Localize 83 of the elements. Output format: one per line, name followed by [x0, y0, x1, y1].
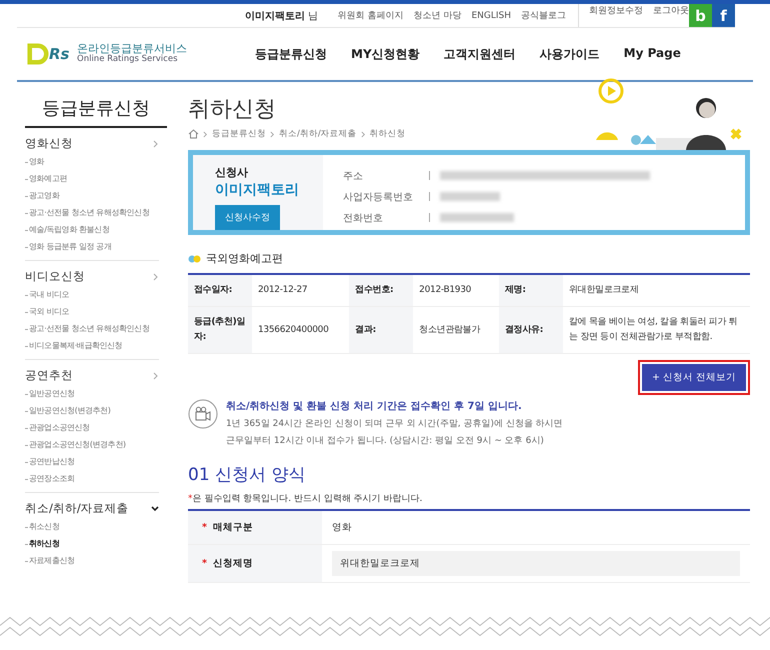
table-cell: 위대한밀로크로제 — [563, 275, 750, 306]
edit-applicant-button[interactable]: 신청사수정 — [215, 205, 280, 230]
top-link[interactable]: ENGLISH — [471, 10, 511, 20]
redacted-value — [440, 192, 500, 201]
sidebar-item[interactable]: 예술/독립영화 환불신청 — [25, 224, 159, 236]
sidebar-group[interactable]: 비디오신청 — [25, 269, 85, 284]
home-icon[interactable] — [188, 129, 199, 139]
sidebar-item[interactable]: 영화 등급분류 일정 공개 — [25, 241, 159, 253]
account-link[interactable]: 로그아웃 — [653, 4, 689, 27]
sidebar-group[interactable]: 취소/취하/자료제출 — [25, 501, 129, 516]
sidebar-item[interactable]: 관광업소공연신청 — [25, 422, 159, 434]
table-cell: 칼에 목을 베이는 여성, 칼을 휘둘러 피가 튀는 장면 등이 전체관람가로 부적합함. — [563, 306, 750, 354]
sidebar-item[interactable]: 관광업소공연신청(변경추천) — [25, 439, 159, 451]
breadcrumb-item[interactable]: 취하신청 — [370, 128, 406, 140]
nav-item[interactable]: My Page — [624, 46, 681, 62]
sidebar-item[interactable]: 공연반납신청 — [25, 456, 159, 468]
sidebar-title: 등급분류신청 — [25, 82, 167, 128]
sidebar-item[interactable]: 광고·선전물 청소년 유해성확인신청 — [25, 323, 159, 335]
sidebar-item[interactable]: 취소신청 — [25, 521, 159, 533]
view-all-button[interactable]: + 신청서 전체보기 — [642, 364, 746, 391]
sidebar-item[interactable]: 국외 비디오 — [25, 306, 159, 318]
breadcrumb-separator-icon — [270, 130, 275, 138]
table-label: 결정사유: — [499, 306, 563, 354]
table-label: 접수일자: — [188, 275, 252, 306]
sidebar-item[interactable]: 영화예고편 — [25, 173, 159, 185]
required-mark: * — [202, 558, 207, 569]
video-camera-icon — [188, 399, 218, 429]
top-link[interactable]: 청소년 마당 — [414, 9, 462, 22]
sidebar-item[interactable]: 비디오물복제·배급확인신청 — [25, 340, 159, 352]
sidebar-group[interactable]: 영화신청 — [25, 136, 73, 151]
collapse-icon[interactable] — [151, 504, 159, 512]
dots-icon — [188, 254, 202, 262]
top-link[interactable]: 위원회 홈페이지 — [338, 9, 404, 22]
table-label: 접수번호: — [349, 275, 414, 306]
field-label: 전화번호 — [343, 212, 384, 224]
sidebar-item[interactable]: 일반공연신청 — [25, 388, 159, 400]
table-label: 제명: — [499, 275, 563, 306]
social-link[interactable]: f — [712, 4, 735, 27]
play-icon — [598, 78, 624, 104]
user-greeting: 이미지팩토리 님 — [245, 10, 318, 22]
breadcrumb-item[interactable]: 등급분류신청 — [212, 128, 266, 140]
top-link[interactable]: 공식블로그 — [521, 9, 566, 22]
applicant-name: 이미지팩토리 — [215, 181, 300, 199]
page-title: 취하신청 — [188, 96, 276, 124]
chevron-icon[interactable] — [151, 272, 159, 280]
logo-mark[interactable]: Rs — [27, 42, 73, 66]
logo-title: 온라인등급분류서비스 — [77, 43, 187, 54]
input-field[interactable]: 위대한밀로크로제 — [332, 551, 740, 576]
sidebar-item[interactable]: 자료제출신청 — [25, 555, 159, 567]
table-label: 결과: — [349, 306, 414, 354]
sidebar-item[interactable]: 취하신청 — [25, 538, 159, 550]
nav-item[interactable]: 사용가이드 — [540, 46, 600, 62]
nav-item[interactable]: 등급분류신청 — [255, 46, 327, 62]
required-mark: * — [202, 522, 207, 533]
form-title: 01 신청서 양식 — [188, 464, 306, 486]
notice-text: 근무일부터 12시간 이내 접수가 됩니다. (상담시간: 평일 오전 9시 ~ 오후 6시) — [226, 435, 545, 447]
sidebar-item[interactable]: 광고·선전물 청소년 유해성확인신청 — [25, 207, 159, 219]
sidebar-item[interactable]: 일반공연신청(변경추천) — [25, 405, 159, 417]
sidebar-item[interactable]: 공연장소조회 — [25, 473, 159, 485]
sidebar-group[interactable]: 공연추천 — [25, 368, 73, 383]
breadcrumb-item[interactable]: 취소/취하/자료제출 — [279, 128, 357, 140]
applicant-label: 신청사 — [215, 165, 249, 180]
form-label: 신청제명 — [212, 557, 253, 570]
nav-item[interactable]: 고객지원센터 — [444, 46, 516, 62]
breadcrumb-separator-icon — [203, 130, 208, 138]
sidebar-item[interactable]: 영화 — [25, 156, 159, 168]
account-link[interactable]: 회원정보수정 — [589, 4, 643, 27]
notice-title: 취소/취하신청 및 환불 신청 처리 기간은 접수확인 후 7일 입니다. — [226, 400, 523, 413]
section-heading: 국외영화예고편 — [206, 251, 283, 266]
breadcrumb-separator-icon — [360, 130, 366, 138]
field-label: 사업자등록번호 — [343, 190, 414, 204]
notice-text: 1년 365일 24시간 온라인 신청이 되며 근무 외 시간(주말, 공휴일)에 신청을 하시면 — [226, 418, 563, 430]
social-link[interactable]: b — [689, 4, 712, 27]
nav-item[interactable]: MY신청현황 — [351, 46, 420, 62]
logo-subtitle: Online Ratings Services — [77, 54, 178, 65]
sidebar-item[interactable]: 광고영화 — [25, 190, 159, 202]
table-label: 등급(추천)일자: — [188, 306, 252, 354]
sidebar-item[interactable]: 국내 비디오 — [25, 289, 159, 301]
form-value: 영화 — [332, 521, 352, 534]
chevron-icon[interactable] — [151, 140, 159, 148]
form-label: 매체구분 — [212, 521, 253, 534]
chevron-icon[interactable] — [151, 372, 159, 380]
field-label: 주소 — [343, 170, 364, 182]
